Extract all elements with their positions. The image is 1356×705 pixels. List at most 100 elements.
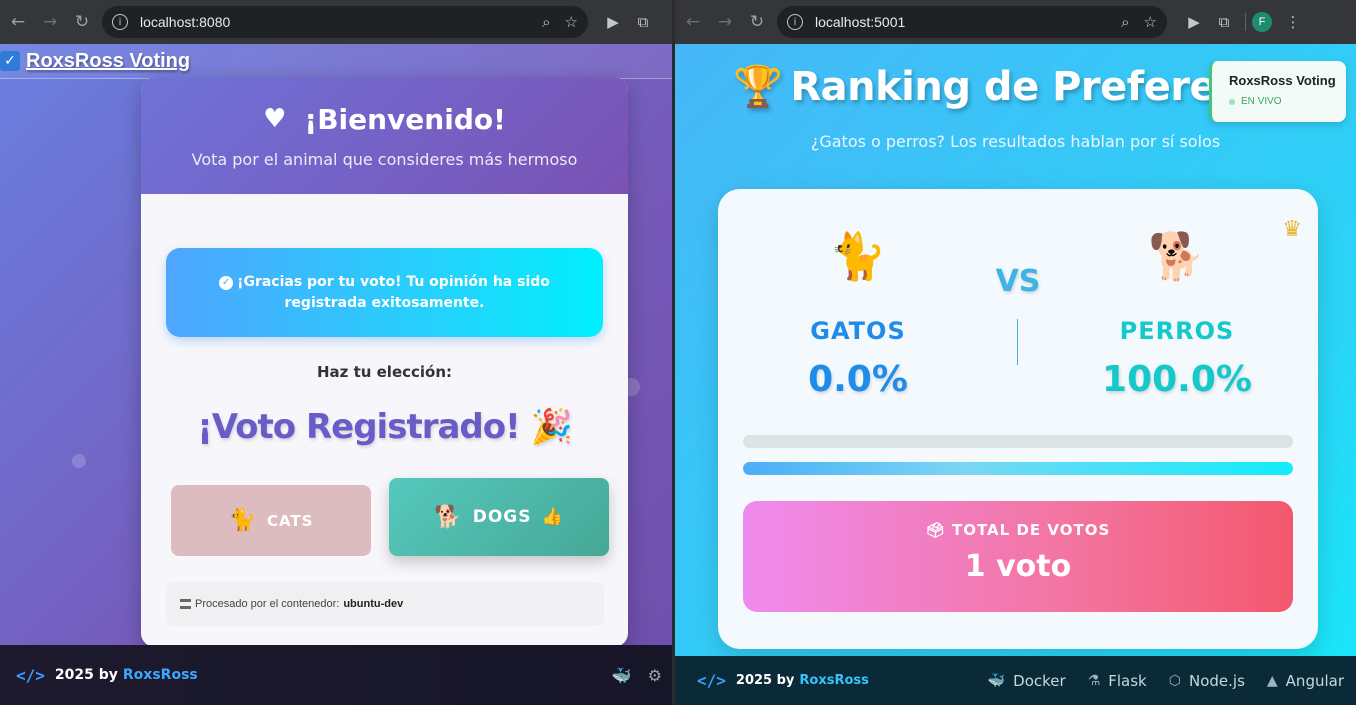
- dogs-progress-bar: [743, 462, 1293, 475]
- url-text[interactable]: localhost:5001: [815, 14, 1107, 30]
- browser-toolbar: ← → ↻ i localhost:8080 ⌕ ☆ ▶ ⧉: [0, 0, 672, 44]
- live-badge-title: RoxsRoss Voting: [1229, 73, 1336, 88]
- tech-flask: ⚗ Flask: [1088, 672, 1147, 690]
- ranking-subtitle: ¿Gatos o perros? Los resultados hablan p…: [810, 132, 1221, 151]
- footer: </> 2025 by RoxsRoss 🐳 Docker ⚗ Flask ⬡ Nod…: [675, 656, 1356, 705]
- url-text[interactable]: localhost:8080: [140, 14, 528, 30]
- flask-icon: ⚗: [1087, 672, 1101, 689]
- cats-button-label: CATS: [266, 511, 314, 530]
- total-votes-label: 🗳 TOTAL DE VOTOS: [743, 521, 1293, 539]
- live-status-text: EN VIVO: [1241, 96, 1282, 107]
- total-votes-label-text: TOTAL DE VOTOS: [952, 521, 1111, 539]
- dogs-name: PERROS: [1119, 317, 1235, 345]
- dogs-button-label: DOGS: [472, 507, 532, 527]
- vs-divider: [1017, 319, 1018, 365]
- alert-text: ¡Gracias por tu voto! Tu opinión ha sido…: [237, 273, 550, 311]
- results-card: ♛ 🐈 GATOS 0.0% VS 🐕 PERROS 100.0% 🗳 TOTA…: [718, 189, 1318, 649]
- toolbar-separator: [1245, 13, 1246, 31]
- code-icon: </>: [697, 671, 726, 690]
- bookmark-star-icon[interactable]: ☆: [565, 13, 578, 31]
- tech-nodejs: ⬡ Node.js: [1169, 672, 1245, 690]
- footer-brand-link[interactable]: RoxsRoss: [123, 667, 198, 683]
- live-dot-icon: [1229, 98, 1235, 105]
- profile-avatar[interactable]: F: [1252, 12, 1272, 32]
- ranking-title: 🏆 Ranking de Preferen: [733, 63, 1245, 110]
- media-icon[interactable]: ▶: [598, 13, 628, 31]
- voting-page: ✓ RoxsRoss Voting ♥ ¡Bienvenido! Vota po…: [0, 44, 672, 705]
- live-status: EN VIVO: [1229, 96, 1346, 107]
- ballot-check-icon: ✓: [0, 51, 20, 71]
- reload-icon[interactable]: ↻: [743, 8, 771, 36]
- right-browser-window: ← → ↻ i localhost:5001 ⌕ ☆ ▶ ⧉ F ⋮ 🏆 Rank…: [675, 0, 1356, 705]
- vote-registered-heading: ¡Voto Registrado! 🎉: [197, 407, 573, 447]
- footer-year: 2025 by: [735, 673, 795, 688]
- live-badge: RoxsRoss Voting EN VIVO: [1209, 61, 1346, 122]
- media-icon[interactable]: ▶: [1179, 13, 1209, 31]
- forward-icon[interactable]: →: [36, 8, 64, 36]
- code-icon: </>: [16, 665, 45, 685]
- voting-card: ♥ ¡Bienvenido! Vota por el animal que co…: [141, 77, 628, 647]
- docker-icon: 🐳: [987, 672, 1006, 689]
- back-icon[interactable]: ←: [4, 8, 32, 36]
- cats-vote-button[interactable]: 🐈 CATS: [171, 485, 371, 556]
- dog-icon: 🐕: [434, 504, 463, 530]
- footer: </> 2025 by RoxsRoss 🐳 ⚙: [0, 645, 672, 705]
- cat-icon: 🐈: [228, 508, 257, 533]
- dog-icon: 🐕: [1148, 229, 1206, 283]
- container-info: Procesado por el contenedor: ubuntu-dev: [166, 582, 604, 626]
- dogs-progress-fill: [743, 462, 1293, 475]
- success-alert: ✓ ¡Gracias por tu voto! Tu opinión ha sid…: [166, 248, 603, 337]
- check-circle-icon: ✓: [219, 275, 234, 290]
- extensions-icon[interactable]: ⧉: [1209, 13, 1239, 31]
- address-bar[interactable]: i localhost:8080 ⌕ ☆: [102, 6, 588, 38]
- thumbs-up-icon: 👍: [541, 507, 564, 527]
- tech-docker: 🐳 Docker: [988, 672, 1066, 690]
- tech-nodejs-label: Node.js: [1188, 671, 1245, 690]
- site-info-icon[interactable]: i: [112, 14, 128, 30]
- cats-result: 🐈 GATOS 0.0%: [748, 229, 968, 400]
- tech-angular: ▲ Angular: [1267, 672, 1344, 690]
- menu-icon[interactable]: ⋮: [1278, 13, 1308, 31]
- docker-icon: 🐳: [611, 665, 632, 685]
- site-info-icon[interactable]: i: [787, 14, 803, 30]
- left-browser-window: ← → ↻ i localhost:8080 ⌕ ☆ ▶ ⧉ ✓ RoxsRos…: [0, 0, 672, 705]
- total-votes-box: 🗳 TOTAL DE VOTOS 1 voto: [743, 501, 1293, 612]
- nav-brand-link[interactable]: RoxsRoss Voting: [26, 50, 190, 73]
- python-icon: ⚙: [647, 665, 662, 685]
- container-name: ubuntu-dev: [343, 598, 404, 610]
- heart-icon: ♥: [263, 104, 287, 134]
- footer-brand-link[interactable]: RoxsRoss: [799, 673, 868, 688]
- dogs-result: 🐕 PERROS 100.0%: [1067, 229, 1287, 400]
- zoom-icon[interactable]: ⌕: [1121, 14, 1129, 31]
- welcome-heading: ¡Bienvenido!: [304, 102, 506, 136]
- zoom-icon[interactable]: ⌕: [542, 14, 550, 31]
- angular-icon: ▲: [1266, 672, 1278, 689]
- ranking-title-text: Ranking de Preferen: [790, 64, 1245, 110]
- card-header: ♥ ¡Bienvenido! Vota por el animal que co…: [141, 77, 628, 194]
- browser-toolbar: ← → ↻ i localhost:5001 ⌕ ☆ ▶ ⧉ F ⋮: [675, 0, 1356, 44]
- processed-label: Procesado por el contenedor:: [195, 598, 340, 610]
- reload-icon[interactable]: ↻: [68, 8, 96, 36]
- back-icon[interactable]: ←: [679, 8, 707, 36]
- server-icon: [180, 599, 191, 609]
- tech-docker-label: Docker: [1013, 671, 1066, 690]
- tech-flask-label: Flask: [1108, 671, 1147, 690]
- nodejs-icon: ⬡: [1168, 672, 1181, 689]
- tech-stack: 🐳 Docker ⚗ Flask ⬡ Node.js ▲ Angular: [988, 672, 1344, 690]
- cats-progress-bar: [743, 435, 1293, 448]
- cats-percent: 0.0%: [808, 359, 908, 400]
- address-bar[interactable]: i localhost:5001 ⌕ ☆: [777, 6, 1167, 38]
- ranking-page: 🏆 Ranking de Preferen ¿Gatos o perros? Lo…: [675, 44, 1356, 705]
- dogs-vote-button[interactable]: 🐕 DOGS 👍: [389, 478, 609, 556]
- choice-label: Haz tu elección:: [316, 363, 453, 381]
- forward-icon[interactable]: →: [711, 8, 739, 36]
- footer-year: 2025 by: [54, 667, 118, 683]
- bookmark-star-icon[interactable]: ☆: [1144, 13, 1157, 31]
- extensions-icon[interactable]: ⧉: [628, 13, 658, 31]
- ballot-box-icon: 🗳: [925, 521, 952, 539]
- trophy-icon: 🏆: [733, 64, 783, 110]
- card-title: ♥ ¡Bienvenido!: [263, 103, 506, 136]
- decor-dot: [72, 454, 86, 468]
- total-votes-value: 1 voto: [964, 549, 1072, 584]
- cats-name: GATOS: [810, 317, 906, 345]
